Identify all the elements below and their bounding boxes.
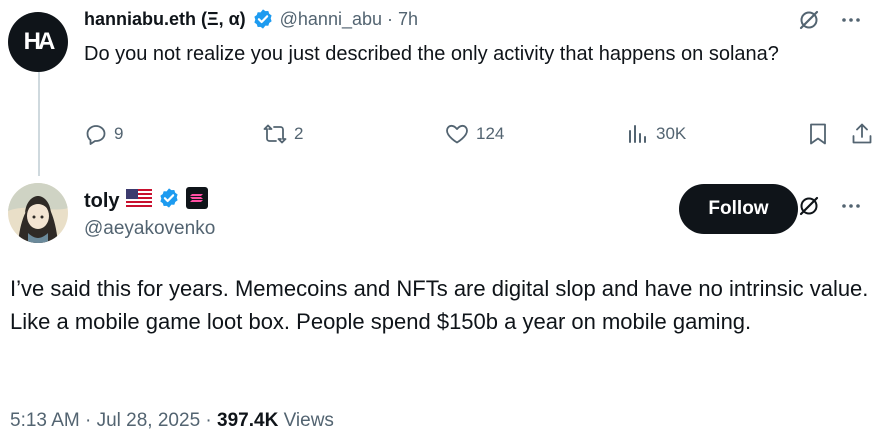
- tweet-views-count: 397.4K: [217, 410, 279, 431]
- like-icon: [444, 122, 470, 146]
- more-icon[interactable]: [839, 194, 863, 218]
- follow-button[interactable]: Follow: [679, 184, 798, 234]
- reply-count: 9: [114, 124, 124, 143]
- tweet-date[interactable]: Jul 28, 2025: [97, 410, 201, 431]
- grok-icon[interactable]: [797, 8, 821, 32]
- views-count: 30K: [656, 124, 687, 143]
- us-flag-icon: [125, 189, 152, 213]
- tweet-text: I’ve said this for years. Memecoins and …: [10, 276, 869, 334]
- reply-author-name[interactable]: hanniabu.eth (Ξ, α): [84, 9, 246, 30]
- thread-connector: [38, 68, 40, 176]
- tweet-author-row: toly: [84, 187, 208, 215]
- avatar-initials: HA: [23, 28, 56, 55]
- tweet-top-actions: [797, 194, 863, 218]
- reply-author-handle[interactable]: @hanni_abu: [280, 9, 382, 30]
- verified-icon: [158, 187, 180, 215]
- reply-icon: [84, 122, 108, 146]
- reply-timestamp[interactable]: 7h: [398, 9, 418, 30]
- repost-button[interactable]: 2: [262, 120, 303, 148]
- reply-top-actions: [797, 8, 863, 32]
- share-button[interactable]: [850, 120, 874, 148]
- solana-badge-icon[interactable]: [185, 187, 208, 215]
- repost-icon: [262, 122, 288, 146]
- separator: ·: [205, 410, 212, 431]
- separator: ·: [387, 8, 393, 29]
- tweet-time[interactable]: 5:13 AM: [10, 410, 80, 431]
- tweet-author-handle[interactable]: @aeyakovenko: [84, 218, 215, 240]
- like-button[interactable]: 124: [444, 120, 504, 148]
- more-icon[interactable]: [839, 8, 863, 32]
- grok-icon[interactable]: [797, 194, 821, 218]
- separator: ·: [85, 410, 92, 431]
- reply-button[interactable]: 9: [84, 120, 123, 148]
- reply-text: Do you not realize you just described th…: [84, 43, 779, 65]
- reply-header: hanniabu.eth (Ξ, α) @hanni_abu · 7h: [84, 8, 418, 30]
- tweet-author-name[interactable]: toly: [84, 190, 120, 213]
- like-count: 124: [476, 124, 505, 143]
- tweet-views-label: Views: [283, 410, 334, 431]
- bookmark-icon: [806, 121, 830, 147]
- verified-icon: [252, 8, 274, 30]
- repost-count: 2: [294, 124, 304, 143]
- tweet-meta: 5:13 AM · Jul 28, 2025 · 397.4K Views: [10, 410, 334, 432]
- share-icon: [850, 121, 874, 147]
- avatar[interactable]: [8, 183, 68, 243]
- avatar[interactable]: HA: [8, 12, 68, 72]
- bookmark-button[interactable]: [806, 120, 830, 148]
- views-icon: [626, 122, 650, 146]
- views-button[interactable]: 30K: [626, 120, 686, 148]
